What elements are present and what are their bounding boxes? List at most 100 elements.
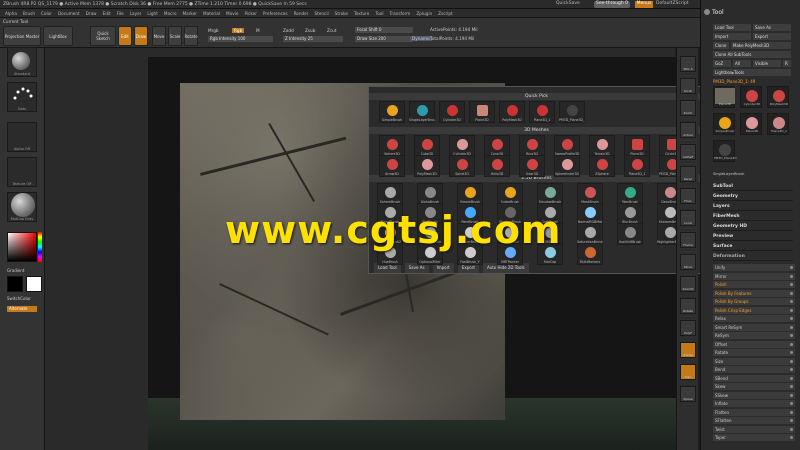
draw-size-slider[interactable]: Draw Size 200 [355,36,413,42]
edit-button[interactable]: Edit [118,26,132,46]
tool-tile[interactable]: MultiMarkers [577,243,603,265]
menu-movie[interactable]: Movie [226,11,238,16]
switch-color-button[interactable]: SwitchColor [7,296,31,301]
scale-button[interactable]: Scale [168,26,182,46]
shelf-zoom-button[interactable]: Zoom [680,100,696,116]
menu-draw[interactable]: Draw [86,11,97,16]
tool-palette-title[interactable]: Tool [712,9,724,16]
zadd-toggle[interactable]: Zadd [283,28,294,33]
gradient-label[interactable]: Gradient [7,268,24,273]
move-button[interactable]: Move [152,26,166,46]
r-button[interactable]: R [783,60,791,67]
menu-layer[interactable]: Layer [130,11,142,16]
menu-alpha[interactable]: Alpha [5,11,17,16]
tray-import-button[interactable]: Import [713,33,751,40]
shelf-spix-3-button[interactable]: SPix 3 [680,56,696,72]
menu-color[interactable]: Color [41,11,52,16]
menu-preferences[interactable]: Preferences [263,11,288,16]
tool-tile[interactable]: SimpleBrush [457,183,483,205]
tool-tile[interactable]: SweepProfile3D [554,135,580,157]
deform-skew-slider[interactable]: Skew [713,383,795,390]
shelf-rotate-button[interactable]: Rotate [680,298,696,314]
menu-material[interactable]: Material [203,11,220,16]
tray-tool-tile[interactable]: PolyMesh3D [767,86,789,108]
tool-tile[interactable]: HueShiftBrush [617,223,643,245]
tool-tile[interactable]: FiberBrush [617,183,643,205]
m-toggle[interactable]: M [256,28,260,33]
deform-sbend-slider[interactable]: SBend [713,374,795,382]
shelf-zoomd-button[interactable]: ZoomD [680,276,696,292]
menu-file[interactable]: File [117,11,124,16]
menu-document[interactable]: Document [58,11,80,16]
clone-button[interactable]: Clone [713,42,729,49]
tool-tile[interactable]: Cylinder3D [449,135,475,157]
tool-tile[interactable]: SimpleBrush [379,101,405,123]
section-surface[interactable]: Surface [713,242,793,251]
tool-tile[interactable]: BlurBrush [617,203,643,225]
deform-relax-slider[interactable]: Relax [713,315,795,322]
section-layers[interactable]: Layers [713,202,793,211]
goz-button[interactable]: GoZ [713,60,731,67]
deform-bend-slider[interactable]: Bend [713,366,795,373]
visible-button[interactable]: Visible [753,60,781,67]
deform-offset-slider[interactable]: Offset [713,340,795,348]
tool-tile[interactable]: PM3D_Plane3D_1 [559,101,585,123]
tray-save-as-button[interactable]: Save As [753,24,791,31]
tool-tile[interactable]: Plane3D [624,135,650,157]
deform-flatten-slider[interactable]: Flatten [713,408,795,416]
tray-tool-tile[interactable]: PM3D_Plane3D [713,140,737,162]
deform-smart-resym-slider[interactable]: Smart ReSym [713,323,795,331]
menu-light[interactable]: Light [147,11,157,16]
tool-tile[interactable]: SingleLayerBrush [409,101,435,123]
tray-tool-tile[interactable]: Plane3D [740,113,762,135]
tray-tool-tile[interactable]: SimpleBrush [713,113,735,135]
tool-tile[interactable]: PolyMesh3D [414,155,440,177]
menus-toggle[interactable]: Menus [635,1,653,8]
palette-dock-icon[interactable] [704,9,710,15]
quick-sketch-button[interactable]: Quick Sketch [90,26,116,46]
shelf-floor-button[interactable]: Floor [680,188,696,204]
tray-tool-tile[interactable]: Plane3D_1 [767,113,789,135]
section-fibermesh[interactable]: FiberMesh [713,212,793,221]
tool-tile[interactable]: Gear3D [519,155,545,177]
deform-inflate-slider[interactable]: Inflate [713,400,795,407]
menu-tool[interactable]: Tool [375,11,383,16]
deform-rotate-slider[interactable]: Rotate [713,349,795,356]
menu-edit[interactable]: Edit [103,11,111,16]
deform-polish-slider[interactable]: Polish [713,281,795,288]
section-preview[interactable]: Preview [713,232,793,241]
deform-polish-crisp-edges-slider[interactable]: Polish Crisp Edges [713,306,795,314]
tray-tool-tile[interactable]: Cylinder3D [740,86,762,108]
main-color-swatch[interactable] [7,276,23,292]
tool-tile[interactable]: SmudgeBrush [537,183,563,205]
section-geometry-hd[interactable]: Geometry HD [713,222,793,231]
menu-stroke[interactable]: Stroke [335,11,348,16]
deform-polish-by-features-slider[interactable]: Polish By Features [713,289,795,297]
tool-tile[interactable]: Cube3D [414,135,440,157]
menu-stencil[interactable]: Stencil [314,11,328,16]
zcut-toggle[interactable]: Zcut [327,28,336,33]
tool-tile[interactable]: Helix3D [484,155,510,177]
tool-tile[interactable]: Terrain3D [589,135,615,157]
zsub-toggle[interactable]: Zsub [305,28,315,33]
shelf-polyf-button[interactable]: PolyF [680,320,696,336]
rgb-toggle[interactable]: Rgb [232,28,245,33]
shelf-actual-button[interactable]: Actual [680,122,696,138]
menu-brush[interactable]: Brush [23,11,35,16]
lightbox-tools-button[interactable]: Lightbox▸Tools [713,69,791,76]
alpha-picker[interactable]: Alpha Off [7,122,37,152]
make-polymesh-button[interactable]: Make PolyMesh3D [731,42,791,49]
default-zscript-button[interactable]: DefaultZScript [656,1,689,6]
tool-tile[interactable]: Arrow3D [379,155,405,177]
tool-tile[interactable]: Spiral3D [449,155,475,177]
tool-tile[interactable]: Sphere3D [379,135,405,157]
shelf-solo-button[interactable]: Solo [680,364,696,380]
deform-taper-slider[interactable]: Taper [713,434,795,441]
menu-marker[interactable]: Marker [183,11,197,16]
shelf-xpose-button[interactable]: Xpose [680,386,696,402]
deform-unify-slider[interactable]: Unify [713,264,795,271]
shelf-move-button[interactable]: Move [680,254,696,270]
tool-tile[interactable]: SphereBrush [377,183,403,205]
shelf-aahalf-button[interactable]: AAHalf [680,144,696,160]
tray-load-tool-button[interactable]: Load Tool [713,24,751,31]
